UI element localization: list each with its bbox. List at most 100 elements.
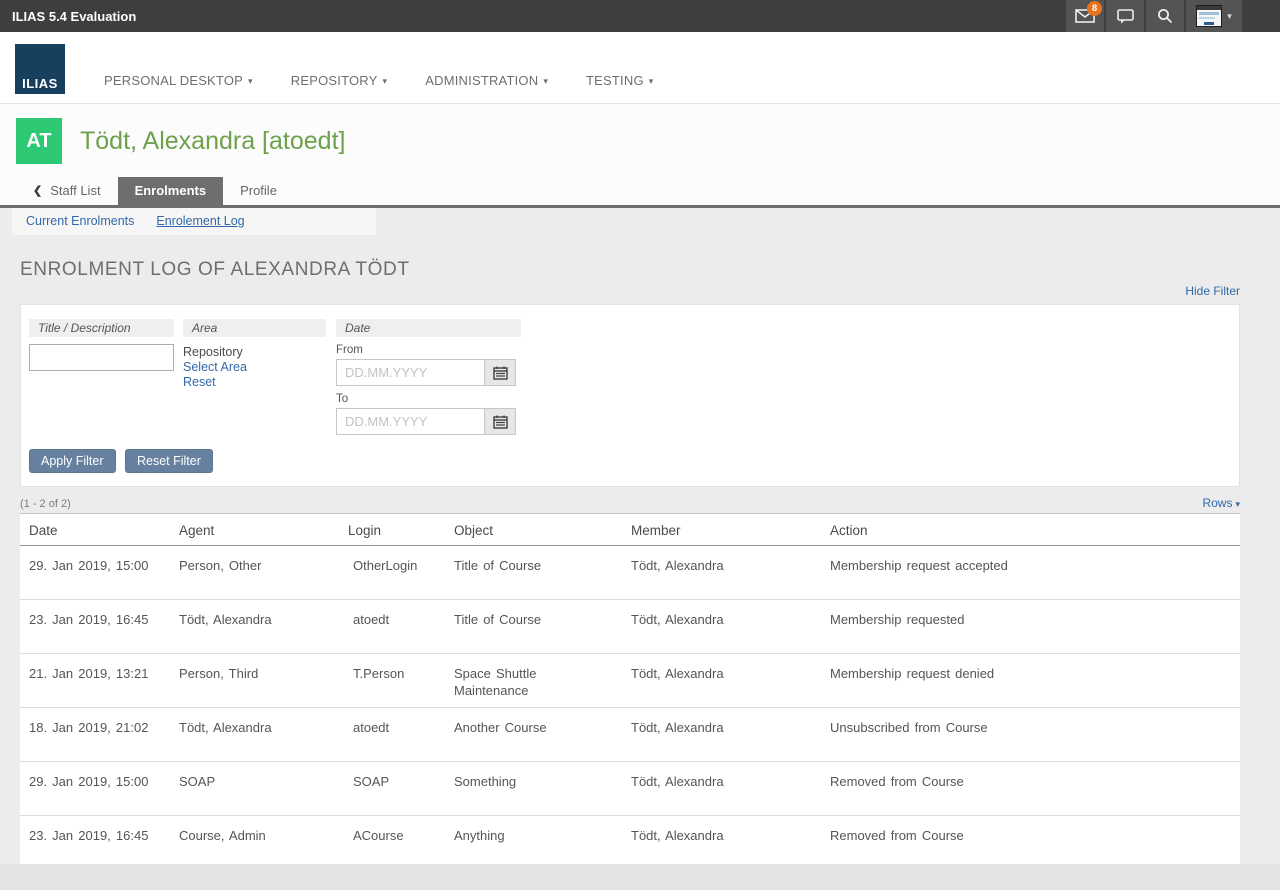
mail-button[interactable]: 8 bbox=[1066, 0, 1104, 32]
filter-title-desc-input[interactable] bbox=[29, 344, 174, 371]
main-content: ENROLMENT LOG OF ALEXANDRA TÖDT Hide Fil… bbox=[0, 259, 1280, 890]
cell-agent: SOAP bbox=[170, 762, 339, 816]
filter-title-desc-label: Title / Description bbox=[29, 319, 174, 337]
date-to-input[interactable] bbox=[336, 408, 485, 435]
table-header-row: Date Agent Login Object Member Action bbox=[20, 514, 1240, 546]
subtab-box: Current Enrolments Enrolement Log bbox=[12, 208, 376, 235]
user-header-section: AT Tödt, Alexandra [atoedt] ❮ Staff List… bbox=[0, 104, 1280, 208]
table-row: 21. Jan 2019, 13:21Person, ThirdT.Person… bbox=[20, 654, 1240, 708]
cell-agent: Tödt, Alexandra bbox=[170, 708, 339, 762]
main-navbar: ILIAS PERSONAL DESKTOP▾ REPOSITORY▾ ADMI… bbox=[0, 32, 1280, 104]
date-from-input[interactable] bbox=[336, 359, 485, 386]
table-row: 29. Jan 2019, 15:00Person, OtherOtherLog… bbox=[20, 546, 1240, 600]
cell-date: 29. Jan 2019, 15:00 bbox=[20, 762, 170, 816]
tab-enrolments[interactable]: Enrolments bbox=[118, 177, 224, 205]
calendar-icon bbox=[493, 366, 508, 380]
caret-down-icon: ▾ bbox=[649, 76, 654, 86]
nav-repository[interactable]: REPOSITORY▾ bbox=[291, 73, 388, 88]
cell-object: Anything bbox=[445, 816, 622, 870]
topbar-actions: 8 ▾ bbox=[1064, 0, 1242, 32]
nav-items: PERSONAL DESKTOP▾ REPOSITORY▾ ADMINISTRA… bbox=[104, 32, 654, 103]
area-reset-link[interactable]: Reset bbox=[183, 375, 326, 390]
table-row: 23. Jan 2019, 16:45Course, AdminACourseA… bbox=[20, 816, 1240, 870]
rows-dropdown[interactable]: Rows▾ bbox=[1202, 496, 1240, 510]
back-chevron-icon: ❮ bbox=[33, 184, 42, 197]
cell-action: Membership request accepted bbox=[821, 546, 1240, 600]
table-row: 23. Jan 2019, 16:45 Tödt, Alexandra atoedt… bbox=[20, 600, 1240, 654]
column-header-action: Action bbox=[821, 514, 1240, 546]
search-icon bbox=[1157, 8, 1173, 24]
cell-object: Space Shuttle Maintenance bbox=[445, 654, 622, 708]
cell-login: OtherLogin bbox=[339, 546, 445, 600]
caret-down-icon: ▾ bbox=[1227, 11, 1232, 22]
cell-member: Tödt, Alexandra bbox=[622, 654, 821, 708]
date-to-calendar-button[interactable] bbox=[485, 408, 516, 435]
cell-object: Title of Course bbox=[445, 600, 622, 654]
column-header-agent: Agent bbox=[170, 514, 339, 546]
date-from-calendar-button[interactable] bbox=[485, 359, 516, 386]
cell-login: T.Person bbox=[339, 654, 445, 708]
column-header-login: Login bbox=[339, 514, 445, 546]
search-button[interactable] bbox=[1146, 0, 1184, 32]
who-is-online-button[interactable]: ▾ bbox=[1186, 0, 1242, 32]
table-body: 29. Jan 2019, 15:00Person, OtherOtherLog… bbox=[20, 546, 1240, 870]
subtab-strip: Current Enrolments Enrolement Log bbox=[0, 208, 1280, 235]
cell-agent: Person, Other bbox=[170, 546, 339, 600]
cell-date: 18. Jan 2019, 21:02 bbox=[20, 708, 170, 762]
tab-bar: ❮ Staff List Enrolments Profile bbox=[0, 177, 1280, 208]
result-count-top: (1 - 2 of 2) bbox=[20, 498, 71, 510]
date-to-label: To bbox=[336, 393, 521, 405]
page-user-title: Tödt, Alexandra [atoedt] bbox=[80, 127, 345, 156]
date-from-label: From bbox=[336, 344, 521, 356]
footer-strip bbox=[0, 864, 1280, 890]
cell-agent: Course, Admin bbox=[170, 816, 339, 870]
avatar: AT bbox=[16, 118, 62, 164]
calendar-icon bbox=[493, 415, 508, 429]
cell-action: Removed from Course bbox=[821, 762, 1240, 816]
tab-profile[interactable]: Profile bbox=[223, 177, 294, 205]
nav-personal-desktop[interactable]: PERSONAL DESKTOP▾ bbox=[104, 73, 253, 88]
top-bar: ILIAS 5.4 Evaluation 8 ▾ bbox=[0, 0, 1280, 32]
chat-button[interactable] bbox=[1106, 0, 1144, 32]
caret-down-icon: ▾ bbox=[1235, 499, 1240, 509]
column-header-object: Object bbox=[445, 514, 622, 546]
nav-administration[interactable]: ADMINISTRATION▾ bbox=[425, 73, 548, 88]
mail-badge: 8 bbox=[1087, 1, 1102, 16]
reset-filter-button[interactable]: Reset Filter bbox=[125, 449, 213, 473]
column-header-member: Member bbox=[622, 514, 821, 546]
cell-login: SOAP bbox=[339, 762, 445, 816]
cell-date: 29. Jan 2019, 15:00 bbox=[20, 546, 170, 600]
cell-action: Membership request denied bbox=[821, 654, 1240, 708]
page-title: ENROLMENT LOG OF ALEXANDRA TÖDT bbox=[20, 259, 1240, 281]
tab-back-staff-list[interactable]: ❮ Staff List bbox=[16, 177, 118, 205]
ilias-logo-label: ILIAS bbox=[15, 76, 65, 91]
cell-object: Something bbox=[445, 762, 622, 816]
hide-filter-link[interactable]: Hide Filter bbox=[1185, 284, 1240, 298]
filter-area-value: Repository bbox=[183, 345, 326, 360]
subtab-current-enrolments[interactable]: Current Enrolments bbox=[26, 214, 134, 228]
cell-action: Membership requested bbox=[821, 600, 1240, 654]
cell-object: Title of Course bbox=[445, 546, 622, 600]
ilias-logo[interactable]: ILIAS bbox=[15, 44, 65, 94]
filter-date-label: Date bbox=[336, 319, 521, 337]
table-row: 18. Jan 2019, 21:02Tödt, Alexandraatoedt… bbox=[20, 708, 1240, 762]
screenshot-thumbnail bbox=[1196, 5, 1222, 27]
app-title: ILIAS 5.4 Evaluation bbox=[0, 9, 136, 24]
chat-icon bbox=[1117, 9, 1134, 24]
caret-down-icon: ▾ bbox=[383, 76, 388, 86]
cell-login: ACourse bbox=[339, 816, 445, 870]
apply-filter-button[interactable]: Apply Filter bbox=[29, 449, 116, 473]
cell-action: Removed from Course bbox=[821, 816, 1240, 870]
cell-date: 23. Jan 2019, 16:45 bbox=[20, 816, 170, 870]
caret-down-icon: ▾ bbox=[543, 76, 548, 86]
filter-panel: Title / Description Area Repository Sele… bbox=[20, 304, 1240, 487]
select-area-link[interactable]: Select Area bbox=[183, 360, 326, 375]
subtab-enrolement-log[interactable]: Enrolement Log bbox=[156, 214, 244, 228]
cell-login: atoedt bbox=[339, 600, 445, 654]
nav-testing[interactable]: TESTING▾ bbox=[586, 73, 653, 88]
cell-member: Tödt, Alexandra bbox=[622, 600, 821, 654]
cell-action: Unsubscribed from Course bbox=[821, 708, 1240, 762]
cell-date: 23. Jan 2019, 16:45 bbox=[20, 600, 170, 654]
caret-down-icon: ▾ bbox=[248, 76, 253, 86]
enrolment-log-table: Date Agent Login Object Member Action 29… bbox=[20, 513, 1240, 870]
